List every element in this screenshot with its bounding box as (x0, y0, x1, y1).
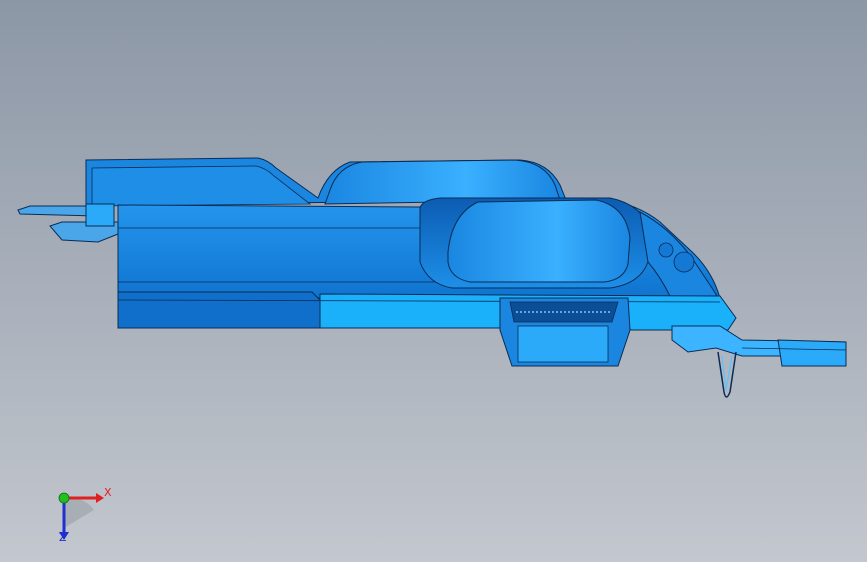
3d-viewport[interactable]: X Z (0, 0, 867, 562)
triad-x-label: X (104, 486, 112, 499)
model-right-arm-plate (777, 339, 847, 367)
model-left-tab (85, 203, 115, 227)
model-lower-shelf-dark (117, 291, 321, 329)
triad-x-arrow (96, 493, 104, 503)
model-bottom-box-face (517, 325, 609, 363)
model-left-flange-top (17, 205, 97, 217)
triad-z-label: Z (59, 531, 67, 544)
model-front-bulge (447, 199, 631, 283)
model-back-bulge (324, 159, 561, 205)
model-canvas[interactable] (0, 0, 867, 562)
coordinate-triad: X Z (40, 480, 120, 550)
model-nose-hole (673, 251, 695, 273)
triad-y-axis-dot (58, 492, 70, 504)
model-nose-hole (658, 242, 674, 258)
triad-shading (64, 497, 94, 528)
